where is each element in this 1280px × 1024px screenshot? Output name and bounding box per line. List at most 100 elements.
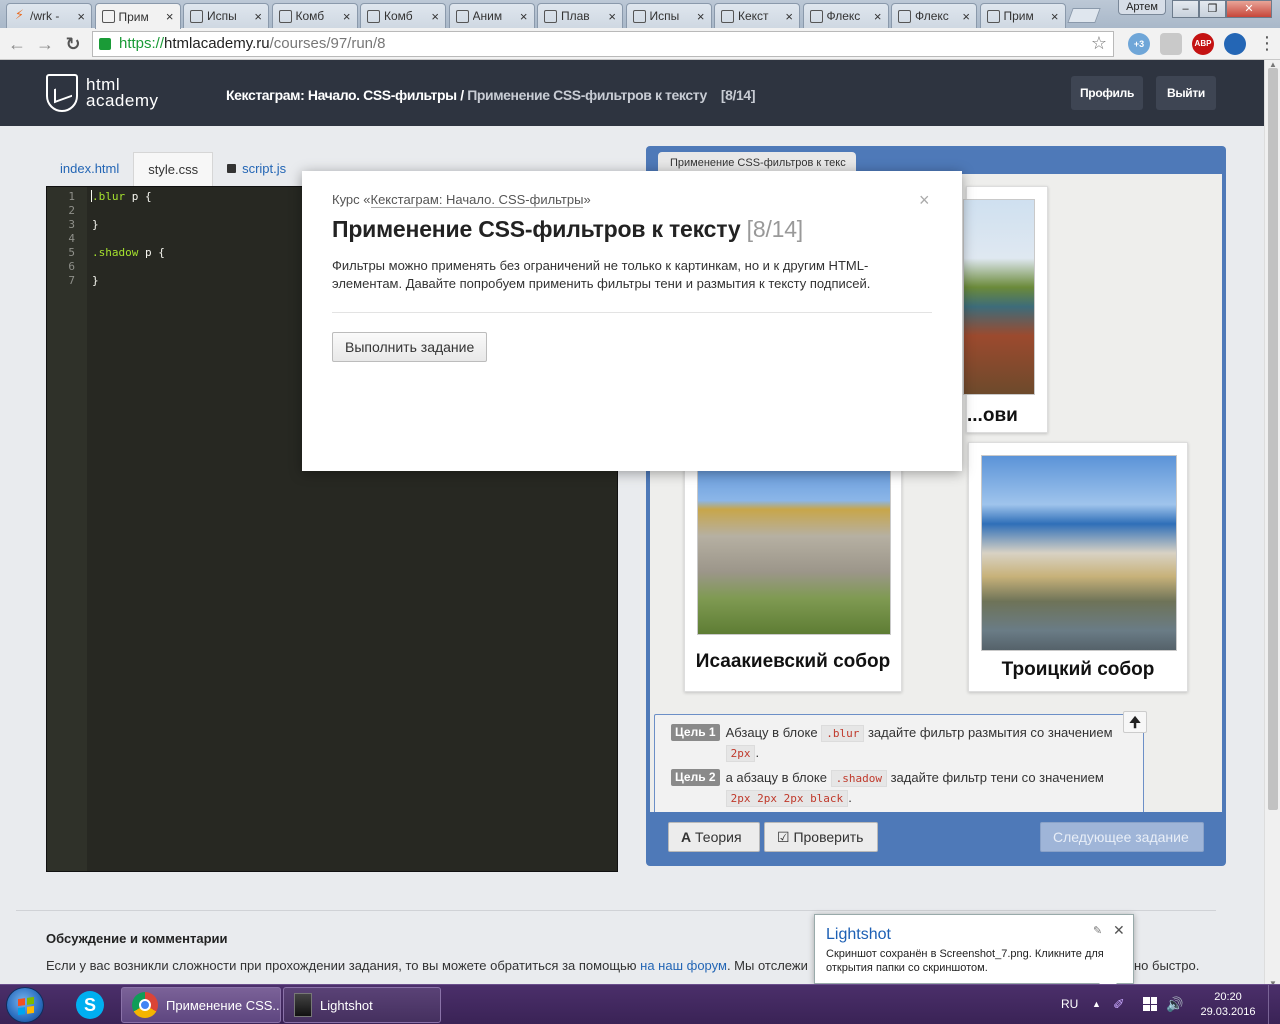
tray-expand-icon[interactable]: ▲: [1092, 999, 1101, 1009]
breadcrumb-course[interactable]: Кекстаграм: Начало. CSS-фильтры: [226, 87, 457, 103]
check-button-label: Проверить: [793, 829, 864, 845]
bookmark-star-icon[interactable]: ☆: [1091, 33, 1107, 54]
pin-goals-button[interactable]: 🠉: [1123, 711, 1147, 733]
close-icon[interactable]: ×: [919, 190, 930, 211]
address-bar[interactable]: https://htmlacademy.ru/courses/97/run/8 …: [92, 30, 1114, 57]
tab-script-js[interactable]: script.js: [213, 152, 300, 186]
line-number: 6: [68, 260, 75, 273]
browser-tab-label: Испы: [207, 9, 237, 23]
back-button[interactable]: ←: [6, 33, 28, 55]
close-tab-icon[interactable]: ×: [431, 9, 439, 24]
reload-button[interactable]: ↻: [62, 33, 84, 55]
browser-tab-label: Плав: [561, 9, 590, 23]
close-window-button[interactable]: ✕: [1226, 0, 1272, 18]
modal-step: [8/14]: [746, 216, 804, 242]
page-scrollbar[interactable]: ▲ ▼: [1264, 60, 1280, 988]
goal-text: Абзацу в блоке .blur задайте фильтр разм…: [725, 723, 1129, 763]
lightshot-tray-icon[interactable]: ✐: [1113, 996, 1125, 1013]
close-tab-icon[interactable]: ×: [77, 9, 85, 24]
minimize-button[interactable]: –: [1172, 0, 1199, 18]
tab-index-html[interactable]: index.html: [46, 152, 133, 186]
browser-tab-label: /wrk -: [30, 9, 60, 23]
adblock-extension-icon[interactable]: ABP: [1192, 32, 1214, 55]
close-tab-icon[interactable]: ×: [962, 9, 970, 24]
close-tab-icon[interactable]: ×: [1051, 9, 1059, 24]
browser-tab-label: Прим: [118, 9, 149, 24]
tab-style-css[interactable]: style.css: [133, 152, 214, 186]
browser-menu-icon[interactable]: ⋮: [1258, 33, 1276, 54]
forum-link[interactable]: на наш форум: [640, 958, 727, 973]
show-desktop-button[interactable]: [1268, 985, 1280, 1024]
theory-button[interactable]: A Теория: [668, 822, 760, 852]
close-tab-icon[interactable]: ×: [254, 9, 262, 24]
profile-button[interactable]: Профиль: [1071, 76, 1143, 110]
language-indicator[interactable]: RU: [1061, 997, 1078, 1011]
site-logo[interactable]: html academy: [46, 74, 158, 112]
browser-tab[interactable]: Флекс ×: [802, 3, 889, 28]
browser-tab[interactable]: Плав ×: [537, 3, 623, 28]
code-text: .blur p {: [92, 190, 152, 204]
forward-button[interactable]: →: [34, 33, 56, 55]
browser-tab[interactable]: Испы ×: [625, 3, 712, 28]
cloud-extension-icon[interactable]: +3: [1128, 32, 1150, 55]
profile-badge[interactable]: Артем: [1118, 0, 1166, 15]
clock[interactable]: 20:20 29.03.2016: [1200, 990, 1256, 1020]
start-task-button[interactable]: Выполнить задание: [332, 332, 488, 362]
browser-tab-label: Флекс: [826, 9, 861, 23]
modal-course-link[interactable]: Кекстаграм: Начало. CSS-фильтры: [370, 192, 584, 208]
browser-tab[interactable]: ⚡ /wrk - ×: [6, 3, 92, 28]
browser-tab[interactable]: Кекст ×: [714, 3, 800, 28]
close-tab-icon[interactable]: ×: [520, 9, 528, 24]
browser-tab[interactable]: Флекс ×: [891, 3, 977, 28]
line-number: 7: [68, 274, 75, 287]
line-number: 2: [68, 204, 75, 217]
close-tab-icon[interactable]: ×: [874, 9, 882, 24]
restore-button[interactable]: ❐: [1199, 0, 1226, 18]
discussion-text-part: Если у вас возникли сложности при прохож…: [46, 958, 641, 973]
browser-tab[interactable]: Прим ×: [94, 3, 181, 29]
line-number: 1: [68, 190, 75, 203]
code-line: 6: [47, 260, 75, 274]
browser-tab[interactable]: Комб ×: [271, 3, 358, 28]
start-button[interactable]: [6, 987, 44, 1023]
lightshot-notification[interactable]: Lightshot ✎ ✕ Скриншот сохранён в Screen…: [814, 914, 1134, 992]
next-task-button[interactable]: Следующее задание: [1040, 822, 1204, 852]
logout-button[interactable]: Выйти: [1156, 76, 1216, 110]
browser-tab-strip: Артем – ❐ ✕ ⚡ /wrk - × Прим × Испы × Комб × Комб ×…: [0, 0, 1280, 29]
check-button[interactable]: ☑ Проверить: [764, 822, 878, 852]
shield-extension-icon[interactable]: [1160, 32, 1182, 55]
modal-course-suffix: »: [583, 192, 591, 207]
taskbar-task-label: Lightshot: [320, 997, 373, 1013]
css-code: p {: [138, 246, 165, 259]
code-line: 1 .blur p {: [47, 190, 151, 204]
close-tab-icon[interactable]: ×: [785, 9, 793, 24]
new-tab-button[interactable]: [1067, 8, 1101, 23]
breadcrumb-current: Применение CSS-фильтров к тексту: [467, 87, 707, 103]
breadcrumb: Кекстаграм: Начало. CSS-фильтры / Примен…: [226, 87, 755, 103]
close-tab-icon[interactable]: ×: [343, 9, 351, 24]
goals-panel: Цель 1 Абзацу в блоке .blur задайте филь…: [654, 714, 1144, 812]
action-center-icon[interactable]: [1143, 997, 1157, 1011]
pin-icon[interactable]: ✎: [1093, 924, 1102, 937]
htmlacademy-icon: [455, 9, 469, 23]
photo-caption: Троицкий собор: [1001, 659, 1155, 680]
taskbar-lightshot-window[interactable]: Lightshot: [283, 987, 441, 1023]
htmlacademy-icon: [986, 9, 1000, 23]
globe-extension-icon[interactable]: [1224, 32, 1246, 55]
browser-tab[interactable]: Аним ×: [448, 3, 535, 28]
close-tab-icon[interactable]: ×: [697, 9, 705, 24]
scrollbar-thumb[interactable]: [1268, 68, 1278, 810]
browser-tab[interactable]: Испы ×: [183, 3, 269, 28]
goal-code: .blur: [821, 725, 865, 742]
browser-tab[interactable]: Прим ×: [979, 3, 1066, 28]
close-icon[interactable]: ✕: [1113, 922, 1125, 939]
close-tab-icon[interactable]: ×: [166, 9, 174, 24]
modal-title-text: Применение CSS-фильтров к тексту: [332, 216, 741, 242]
browser-tab[interactable]: Комб ×: [360, 3, 446, 28]
volume-icon[interactable]: 🔊: [1166, 996, 1183, 1013]
taskbar-chrome-window[interactable]: Применение CSS...: [121, 987, 281, 1023]
close-tab-icon[interactable]: ×: [608, 9, 616, 24]
goal-item: Цель 1 Абзацу в блоке .blur задайте филь…: [671, 723, 1129, 763]
skype-taskbar-button[interactable]: S: [64, 988, 116, 1022]
modal-course-prefix: Курс «: [332, 192, 371, 207]
